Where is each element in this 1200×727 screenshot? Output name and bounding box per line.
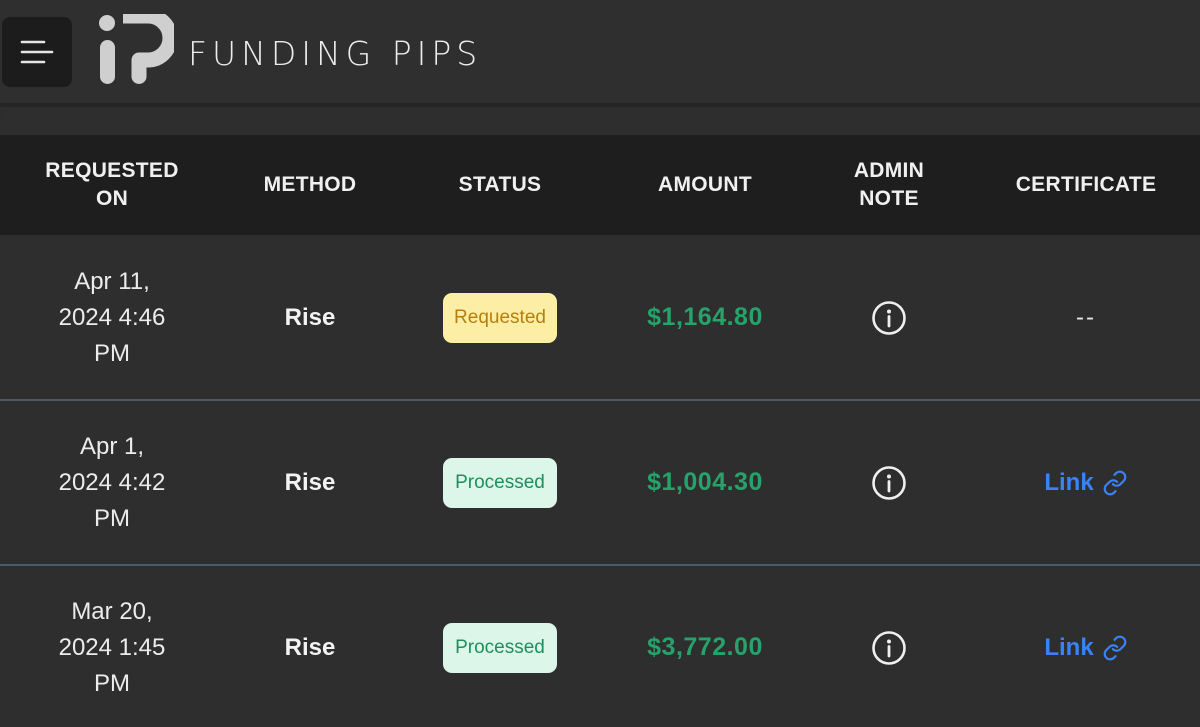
certificate-link[interactable]: Link	[1044, 634, 1127, 662]
status-cell: Processed	[396, 457, 604, 508]
amount-cell: $1,004.30	[647, 468, 763, 496]
menu-button[interactable]	[2, 17, 72, 87]
certificate-link[interactable]: Link	[1044, 469, 1127, 497]
method-cell: Rise	[284, 633, 336, 661]
table-row: Apr 11, 2024 4:46 PM Rise Requested $1,1…	[0, 235, 1200, 400]
info-circle-icon[interactable]	[871, 630, 907, 666]
header-status: STATUS	[458, 173, 542, 196]
amount-cell: $1,164.80	[647, 303, 763, 331]
requested-on-cell: Apr 11, 2024 4:46 PM	[58, 267, 166, 367]
amount-cell: $3,772.00	[647, 633, 763, 661]
table-row: Apr 1, 2024 4:42 PM Rise Processed $1,00…	[0, 400, 1200, 565]
chain-link-icon	[1103, 635, 1126, 660]
header-certificate: CERTIFICATE	[1015, 173, 1157, 196]
status-cell: Processed	[396, 622, 604, 673]
status-badge: Requested	[443, 292, 557, 343]
brand-name: FUNDING PIPS	[188, 34, 483, 73]
funding-pips-logo[interactable]	[98, 14, 174, 88]
certificate-link-label: Link	[1044, 468, 1094, 496]
chain-link-icon	[1103, 470, 1126, 495]
status-badge: Processed	[443, 622, 557, 673]
header-method: METHOD	[263, 173, 357, 196]
header-requested-on: REQUESTED ON	[45, 159, 179, 210]
method-cell: Rise	[284, 303, 336, 331]
info-circle-icon[interactable]	[871, 300, 907, 336]
admin-note-cell	[806, 300, 972, 336]
admin-note-cell	[806, 465, 972, 501]
certificate-cell: Link	[972, 469, 1200, 497]
payouts-panel: REQUESTED ON METHOD STATUS AMOUNT ADMIN …	[0, 107, 1200, 727]
status-badge: Processed	[443, 457, 557, 508]
top-bar: FUNDING PIPS	[0, 0, 1200, 103]
header-admin-note: ADMIN NOTE	[853, 159, 925, 210]
certificate-empty: --	[1076, 303, 1096, 331]
table-row: Mar 20, 2024 1:45 PM Rise Processed $3,7…	[0, 565, 1200, 727]
method-cell: Rise	[284, 468, 336, 496]
certificate-cell: --	[972, 304, 1200, 332]
requested-on-cell: Mar 20, 2024 1:45 PM	[58, 597, 166, 697]
header-amount: AMOUNT	[658, 173, 752, 196]
hamburger-menu-icon	[20, 40, 54, 64]
admin-note-cell	[806, 630, 972, 666]
certificate-link-label: Link	[1044, 633, 1094, 661]
certificate-cell: Link	[972, 634, 1200, 662]
requested-on-cell: Apr 1, 2024 4:42 PM	[58, 432, 166, 532]
status-cell: Requested	[396, 292, 604, 343]
table-header: REQUESTED ON METHOD STATUS AMOUNT ADMIN …	[0, 135, 1200, 235]
info-circle-icon[interactable]	[871, 465, 907, 501]
